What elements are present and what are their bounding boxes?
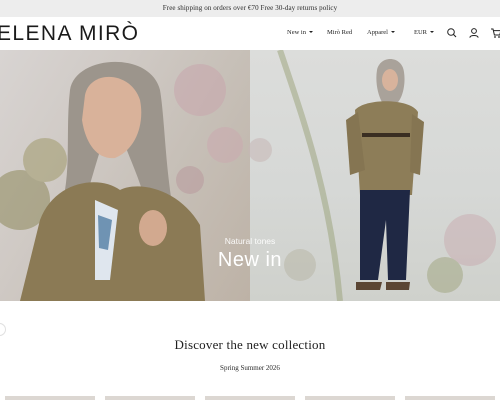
chevron-down-icon <box>390 31 395 33</box>
chevron-down-icon <box>308 31 313 33</box>
nav-item-label: Mirò Red <box>327 29 353 36</box>
product-thumbnail[interactable] <box>205 396 295 400</box>
side-scroll-button[interactable] <box>0 323 6 336</box>
currency-label: EUR <box>414 29 427 36</box>
chevron-down-icon <box>430 31 434 33</box>
product-thumbnail[interactable] <box>5 396 95 400</box>
nav-item-new-in[interactable]: New in <box>287 28 313 38</box>
nav-item-miro-red[interactable]: Mirò Red <box>327 28 352 38</box>
account-icon[interactable] <box>468 27 480 39</box>
product-thumbnails <box>0 396 500 400</box>
search-icon[interactable] <box>446 27 458 39</box>
hero-caption: Natural tones New in <box>200 236 300 273</box>
brand-logo[interactable]: ELENA MIRÒ <box>0 22 139 46</box>
woman-right-jacket <box>355 101 418 195</box>
nav-item-apparel[interactable]: Apparel <box>367 28 395 38</box>
product-thumbnail[interactable] <box>405 396 495 400</box>
hero-banner[interactable]: Natural tones New in <box>0 50 500 301</box>
nav-item-label: New in <box>287 29 306 36</box>
hero-title-link[interactable]: New in <box>200 247 300 273</box>
product-thumbnail[interactable] <box>305 396 395 400</box>
nav-item-label: Apparel <box>367 29 388 36</box>
cart-icon[interactable] <box>490 27 500 39</box>
woman-right-trousers <box>360 190 410 280</box>
product-thumbnail[interactable] <box>105 396 195 400</box>
currency-selector[interactable]: EUR <box>414 28 434 38</box>
collection-subtitle: Spring Summer 2026 <box>220 364 280 372</box>
collection-title: Discover the new collection <box>174 337 326 352</box>
site-header: ELENA MIRÒ New in Mirò Red Apparel EUR <box>0 17 500 50</box>
hero-subtitle: Natural tones <box>224 236 276 246</box>
announcement-bar: Free shipping on orders over €70 Free 30… <box>0 0 500 17</box>
